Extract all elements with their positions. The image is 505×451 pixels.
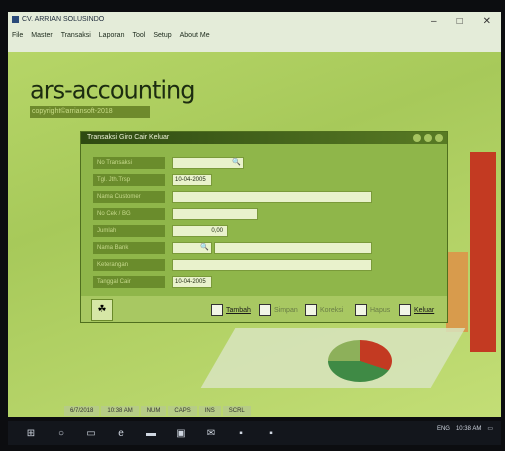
- menu-tool[interactable]: Tool: [132, 32, 145, 39]
- window-title: CV. ARRIAN SOLUSINDO: [22, 16, 105, 23]
- input-no-cek-bg[interactable]: [172, 207, 258, 220]
- chart-bar-orange: [446, 252, 468, 332]
- input-jumlah[interactable]: 0,00: [172, 224, 228, 237]
- taskbar: ⊞ ○ ▭ e ▬ ▣ ✉ ▪ ▪ ENG 10:38 AM ▭: [8, 421, 501, 445]
- chart-bar-red: [470, 152, 496, 352]
- status-caps: CAPS: [168, 406, 197, 416]
- label-tgl-jth-trsp: Tgl. Jth.Trsp: [93, 173, 165, 186]
- file-explorer-icon[interactable]: ▬: [144, 428, 158, 439]
- input-kode-bank[interactable]: 🔍: [172, 241, 212, 254]
- label-jumlah: Jumlah: [93, 224, 165, 237]
- menu-laporan[interactable]: Laporan: [99, 32, 125, 39]
- task-view-icon[interactable]: ▭: [84, 428, 98, 439]
- label-nama-bank: Nama Bank: [93, 241, 165, 254]
- menu-about[interactable]: About Me: [180, 32, 210, 39]
- input-nama-customer[interactable]: [172, 190, 372, 203]
- status-ins: INS: [198, 406, 221, 416]
- mail-icon[interactable]: ✉: [204, 428, 218, 439]
- brand-copyright: copyright©arriansoft-2018: [30, 106, 150, 118]
- app-icon[interactable]: ▪: [234, 428, 248, 439]
- search-icon[interactable]: 🔍: [232, 159, 241, 167]
- tray-lang[interactable]: ENG: [437, 426, 450, 432]
- input-no-transaksi[interactable]: 🔍: [172, 156, 244, 169]
- app-icon[interactable]: ▪: [264, 428, 278, 439]
- menu-setup[interactable]: Setup: [153, 32, 171, 39]
- system-tray: ENG 10:38 AM ▭: [437, 425, 493, 433]
- koreksi-button[interactable]: Koreksi: [305, 304, 343, 316]
- minimize-button[interactable]: –: [431, 16, 437, 27]
- row-no-cek-bg: No Cek / BG: [93, 207, 258, 220]
- search-icon[interactable]: 🔍: [200, 244, 209, 252]
- menu-bar: File Master Transaksi Laporan Tool Setup…: [12, 32, 210, 39]
- chart-pie: [328, 340, 392, 382]
- input-keterangan[interactable]: [172, 258, 372, 271]
- maximize-button[interactable]: □: [457, 16, 463, 27]
- status-date: 6/7/2018: [64, 406, 100, 416]
- status-num: NUM: [140, 406, 167, 416]
- row-keterangan: Keterangan: [93, 258, 372, 271]
- dialog-title-buttons: [413, 134, 443, 142]
- label-nama-customer: Nama Customer: [93, 190, 165, 203]
- edge-icon[interactable]: e: [114, 428, 128, 439]
- tray-time[interactable]: 10:38 AM: [456, 426, 481, 432]
- keluar-button[interactable]: Keluar: [399, 304, 434, 316]
- label-no-cek-bg: No Cek / BG: [93, 207, 165, 220]
- status-time: 10:38 AM: [101, 406, 139, 416]
- menu-master[interactable]: Master: [31, 32, 52, 39]
- plant-icon: ☘: [91, 299, 113, 321]
- app-icon: [12, 16, 19, 23]
- app-header: CV. ARRIAN SOLUSINDO – □ ✕ File Master T…: [8, 12, 501, 52]
- new-icon: [211, 304, 223, 316]
- dialog-minimize-icon[interactable]: [413, 134, 421, 142]
- store-icon[interactable]: ▣: [174, 428, 188, 439]
- dialog-maximize-icon[interactable]: [424, 134, 432, 142]
- brand-logo: ars-accounting: [30, 75, 195, 105]
- status-scrl: SCRL: [222, 406, 251, 416]
- dialog-toolbar: ☘ Tambah Simpan Koreksi Hapus Keluar: [81, 296, 447, 322]
- input-nama-bank[interactable]: [214, 241, 372, 254]
- menu-transaksi[interactable]: Transaksi: [61, 32, 91, 39]
- notification-icon[interactable]: ▭: [487, 425, 493, 432]
- dialog-title: Transaksi Giro Cair Keluar: [81, 132, 447, 144]
- row-tgl-jth-trsp: Tgl. Jth.Trsp 10-04-2005: [93, 173, 212, 186]
- row-jumlah: Jumlah 0,00: [93, 224, 228, 237]
- label-no-transaksi: No Transaksi: [93, 156, 165, 169]
- label-keterangan: Keterangan: [93, 258, 165, 271]
- row-tanggal-cair: Tanggal Cair 10-04-2005: [93, 275, 212, 288]
- app-screen: CV. ARRIAN SOLUSINDO – □ ✕ File Master T…: [8, 12, 501, 417]
- dialog-close-icon[interactable]: [435, 134, 443, 142]
- input-tgl-jth-trsp[interactable]: 10-04-2005: [172, 173, 212, 186]
- search-icon[interactable]: ○: [54, 428, 68, 439]
- dialog-giro-cair-keluar: Transaksi Giro Cair Keluar No Transaksi …: [80, 131, 448, 323]
- exit-icon: [399, 304, 411, 316]
- label-tanggal-cair: Tanggal Cair: [93, 275, 165, 288]
- delete-icon: [355, 304, 367, 316]
- input-tanggal-cair[interactable]: 10-04-2005: [172, 275, 212, 288]
- edit-icon: [305, 304, 317, 316]
- close-button[interactable]: ✕: [483, 16, 491, 27]
- simpan-button[interactable]: Simpan: [259, 304, 298, 316]
- tambah-button[interactable]: Tambah: [211, 304, 251, 316]
- row-nama-bank: Nama Bank 🔍: [93, 241, 372, 254]
- windows-start-icon[interactable]: ⊞: [24, 428, 38, 439]
- save-icon: [259, 304, 271, 316]
- hapus-button[interactable]: Hapus: [355, 304, 390, 316]
- row-no-transaksi: No Transaksi 🔍: [93, 156, 244, 169]
- menu-file[interactable]: File: [12, 32, 23, 39]
- row-nama-customer: Nama Customer: [93, 190, 372, 203]
- window-controls: – □ ✕: [431, 16, 491, 27]
- status-bar: 6/7/2018 10:38 AM NUM CAPS INS SCRL: [8, 406, 501, 417]
